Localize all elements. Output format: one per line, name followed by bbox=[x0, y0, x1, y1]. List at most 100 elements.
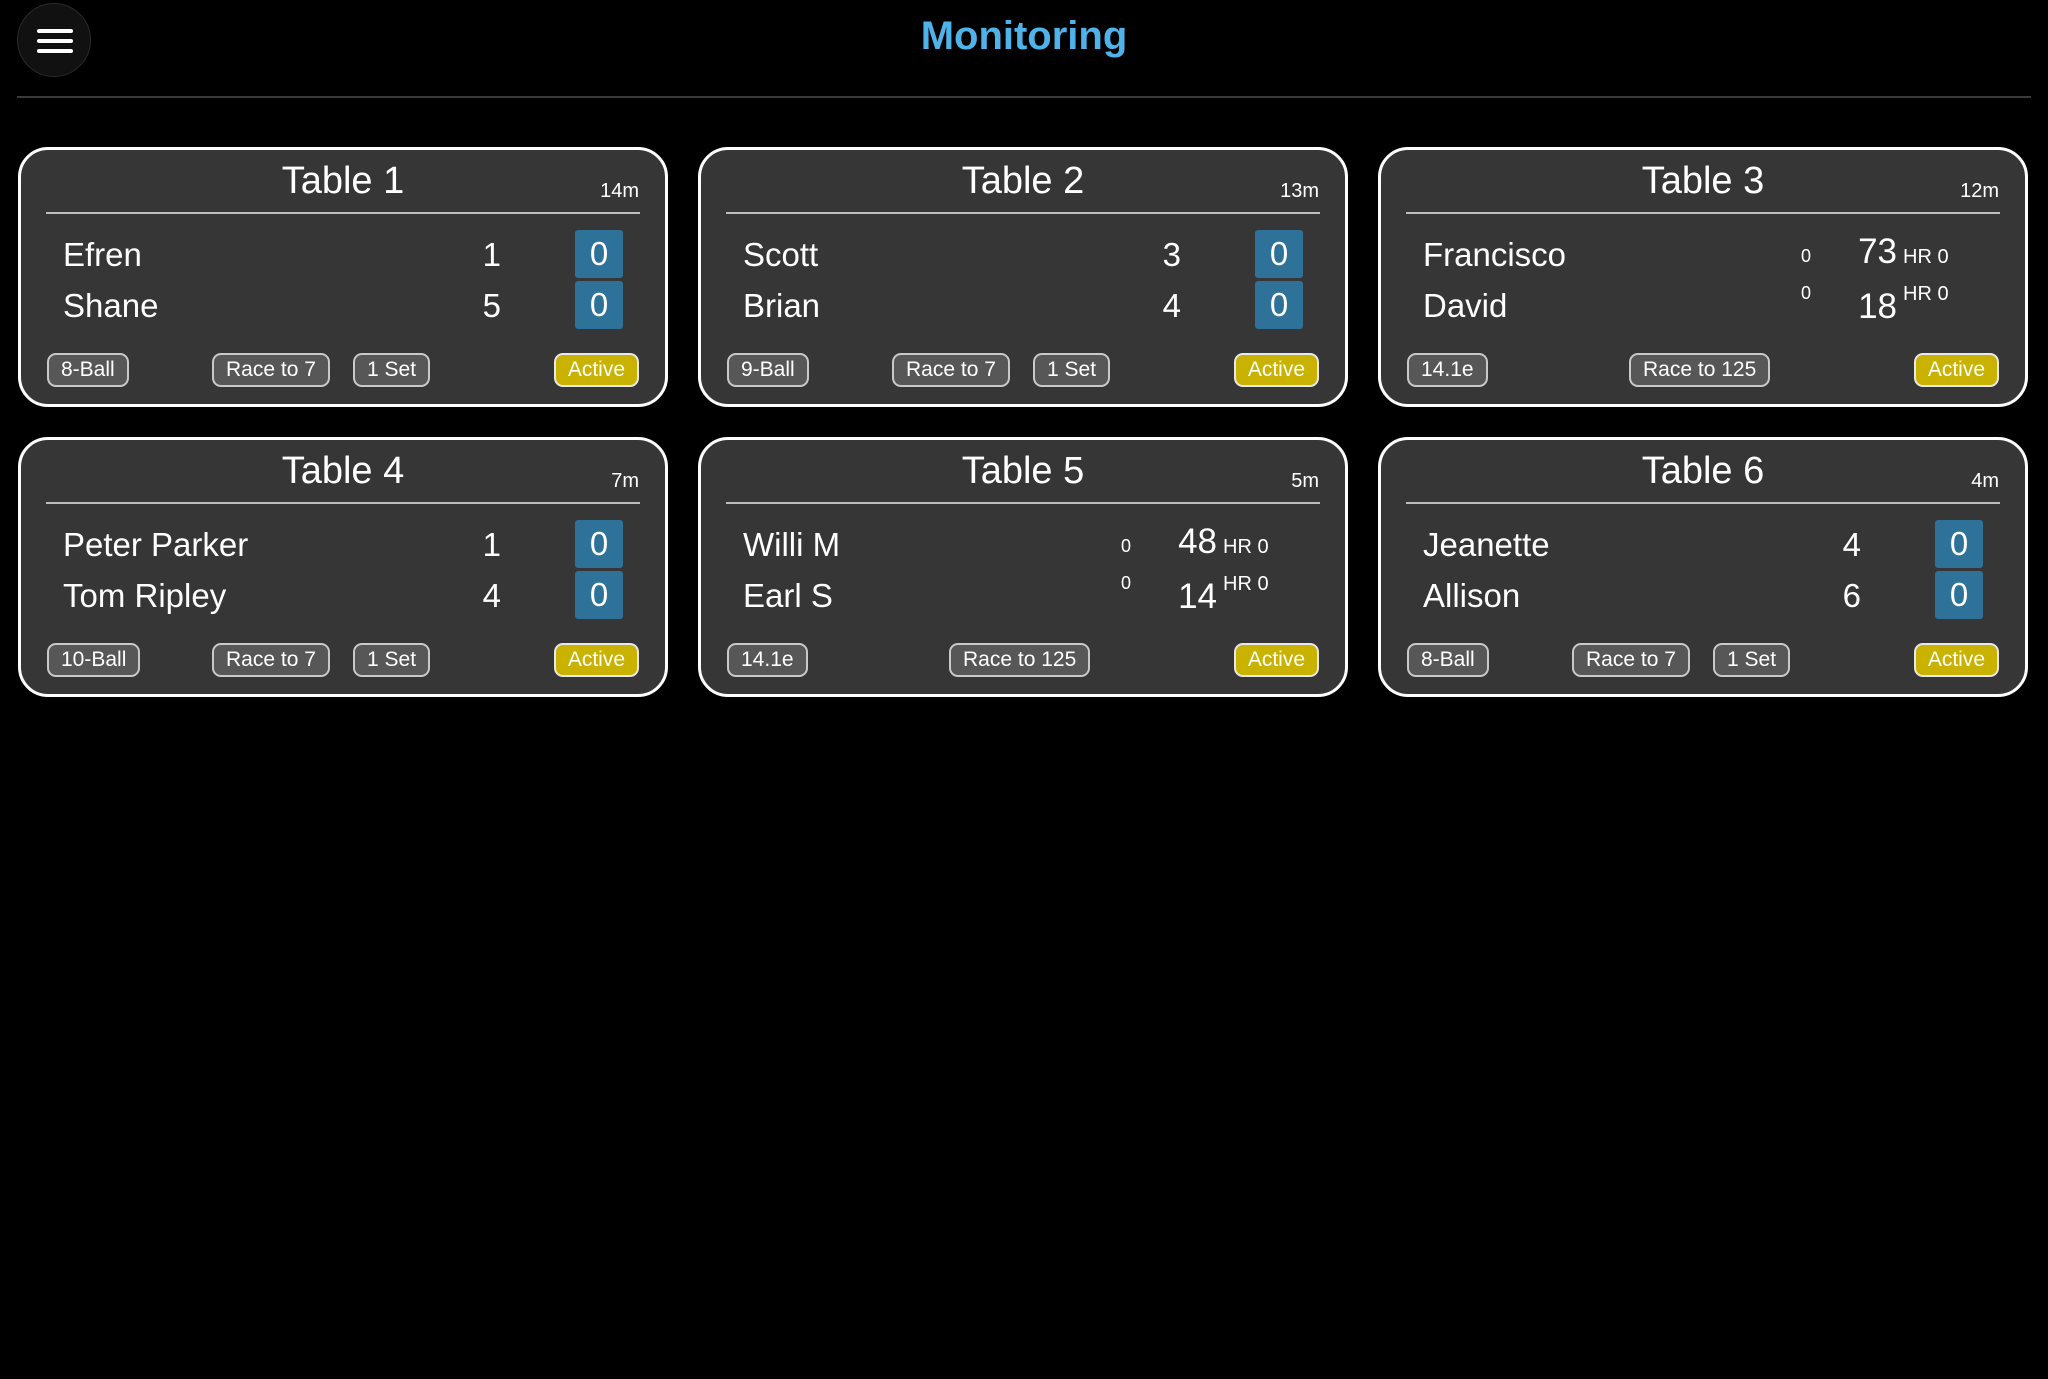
app-header: Monitoring bbox=[0, 0, 2048, 96]
player-score: 48 bbox=[1178, 522, 1217, 561]
player-games-badge: 0 bbox=[575, 281, 623, 329]
player-games-badge: 0 bbox=[575, 520, 623, 568]
player-row: Allison 6 0 bbox=[1423, 571, 1983, 619]
elapsed-time: 14m bbox=[600, 180, 639, 202]
table-name: Table 1 bbox=[281, 160, 405, 202]
page-title: Monitoring bbox=[920, 14, 1128, 58]
player-name: Efren bbox=[63, 236, 142, 273]
player-row: Earl S 0 14 HR 0 bbox=[743, 571, 1303, 619]
table-name: Table 2 bbox=[961, 160, 1085, 202]
game-type-pill[interactable]: 14.1e bbox=[727, 643, 808, 677]
sets-pill[interactable]: 1 Set bbox=[1033, 353, 1111, 387]
status-badge[interactable]: Active bbox=[1233, 353, 1319, 387]
player-row: Shane 5 0 bbox=[63, 281, 623, 329]
player-score: 4 bbox=[482, 577, 501, 614]
player-name: Shane bbox=[63, 287, 159, 324]
header-divider bbox=[17, 96, 2031, 98]
player-name: Peter Parker bbox=[63, 526, 249, 563]
player-score: 6 bbox=[1842, 577, 1861, 614]
elapsed-time: 12m bbox=[1960, 180, 1999, 202]
player-name: Allison bbox=[1423, 577, 1521, 614]
race-pill[interactable]: Race to 7 bbox=[212, 643, 330, 677]
player-score: 1 bbox=[482, 236, 501, 273]
player-score: 4 bbox=[1162, 287, 1181, 324]
table-name: Table 4 bbox=[281, 450, 405, 492]
player-games-badge: 0 bbox=[1935, 520, 1983, 568]
player-name: Scott bbox=[743, 236, 819, 273]
race-pill[interactable]: Race to 7 bbox=[1572, 643, 1690, 677]
elapsed-time: 5m bbox=[1291, 470, 1319, 492]
player-name: Francisco bbox=[1423, 236, 1567, 273]
player-name: Jeanette bbox=[1423, 526, 1550, 563]
race-pill[interactable]: Race to 125 bbox=[1629, 353, 1771, 387]
table-name: Table 6 bbox=[1641, 450, 1765, 492]
game-type-pill[interactable]: 14.1e bbox=[1407, 353, 1488, 387]
game-type-pill[interactable]: 9-Ball bbox=[727, 353, 809, 387]
player-row: Efren 1 0 bbox=[63, 230, 623, 278]
player-games-badge: 0 bbox=[1255, 230, 1303, 278]
player-row: Jeanette 4 0 bbox=[1423, 520, 1983, 568]
player-row: Peter Parker 1 0 bbox=[63, 520, 623, 568]
player-games-badge: 0 bbox=[1935, 571, 1983, 619]
status-badge[interactable]: Active bbox=[1233, 643, 1319, 677]
player-innings: 0 bbox=[1120, 573, 1131, 593]
sets-pill[interactable]: 1 Set bbox=[353, 643, 431, 677]
player-innings: 0 bbox=[1120, 536, 1131, 556]
elapsed-time: 4m bbox=[1971, 470, 1999, 492]
player-name: Willi M bbox=[743, 526, 841, 563]
table-card-3[interactable]: Table 3 12m Francisco 0 73 HR 0 David 0 … bbox=[1378, 147, 2028, 407]
race-pill[interactable]: Race to 7 bbox=[212, 353, 330, 387]
player-score: 5 bbox=[482, 287, 501, 324]
card-divider bbox=[726, 502, 1320, 504]
player-score: 14 bbox=[1178, 577, 1217, 616]
card-divider bbox=[1406, 212, 2000, 214]
player-innings: 0 bbox=[1800, 246, 1811, 266]
player-score: 4 bbox=[1842, 526, 1861, 563]
elapsed-time: 13m bbox=[1280, 180, 1319, 202]
card-divider bbox=[726, 212, 1320, 214]
status-badge[interactable]: Active bbox=[1913, 353, 1999, 387]
player-name: Earl S bbox=[743, 577, 833, 614]
player-high-run: HR 0 bbox=[1223, 536, 1269, 558]
table-card-4[interactable]: Table 4 7m Peter Parker 1 0 Tom Ripley 4… bbox=[18, 437, 668, 697]
player-row: Brian 4 0 bbox=[743, 281, 1303, 329]
sets-pill[interactable]: 1 Set bbox=[1713, 643, 1791, 677]
player-name: David bbox=[1423, 287, 1508, 324]
table-card-6[interactable]: Table 6 4m Jeanette 4 0 Allison 6 0 8-Ba… bbox=[1378, 437, 2028, 697]
player-score: 73 bbox=[1858, 232, 1897, 271]
sets-pill[interactable]: 1 Set bbox=[353, 353, 431, 387]
player-games-badge: 0 bbox=[575, 571, 623, 619]
player-row: Scott 3 0 bbox=[743, 230, 1303, 278]
card-divider bbox=[46, 212, 640, 214]
player-games-badge: 0 bbox=[575, 230, 623, 278]
player-high-run: HR 0 bbox=[1903, 283, 1949, 305]
player-high-run: HR 0 bbox=[1903, 246, 1949, 268]
card-divider bbox=[46, 502, 640, 504]
table-card-1[interactable]: Table 1 14m Efren 1 0 Shane 5 0 8-Ball R… bbox=[18, 147, 668, 407]
player-score: 18 bbox=[1858, 287, 1897, 326]
player-name: Brian bbox=[743, 287, 821, 324]
status-badge[interactable]: Active bbox=[1913, 643, 1999, 677]
player-row: Willi M 0 48 HR 0 bbox=[743, 520, 1303, 568]
player-games-badge: 0 bbox=[1255, 281, 1303, 329]
table-name: Table 3 bbox=[1641, 160, 1765, 202]
player-score: 3 bbox=[1162, 236, 1181, 273]
player-row: Tom Ripley 4 0 bbox=[63, 571, 623, 619]
player-innings: 0 bbox=[1800, 283, 1811, 303]
player-name: Tom Ripley bbox=[63, 577, 227, 614]
elapsed-time: 7m bbox=[611, 470, 639, 492]
table-card-2[interactable]: Table 2 13m Scott 3 0 Brian 4 0 9-Ball R… bbox=[698, 147, 1348, 407]
player-row: Francisco 0 73 HR 0 bbox=[1423, 230, 1983, 278]
table-card-5[interactable]: Table 5 5m Willi M 0 48 HR 0 Earl S 0 14… bbox=[698, 437, 1348, 697]
player-row: David 0 18 HR 0 bbox=[1423, 281, 1983, 329]
status-badge[interactable]: Active bbox=[553, 643, 639, 677]
player-high-run: HR 0 bbox=[1223, 573, 1269, 595]
game-type-pill[interactable]: 8-Ball bbox=[1407, 643, 1489, 677]
game-type-pill[interactable]: 8-Ball bbox=[47, 353, 129, 387]
race-pill[interactable]: Race to 7 bbox=[892, 353, 1010, 387]
race-pill[interactable]: Race to 125 bbox=[949, 643, 1091, 677]
game-type-pill[interactable]: 10-Ball bbox=[47, 643, 141, 677]
card-divider bbox=[1406, 502, 2000, 504]
status-badge[interactable]: Active bbox=[553, 353, 639, 387]
table-name: Table 5 bbox=[961, 450, 1085, 492]
